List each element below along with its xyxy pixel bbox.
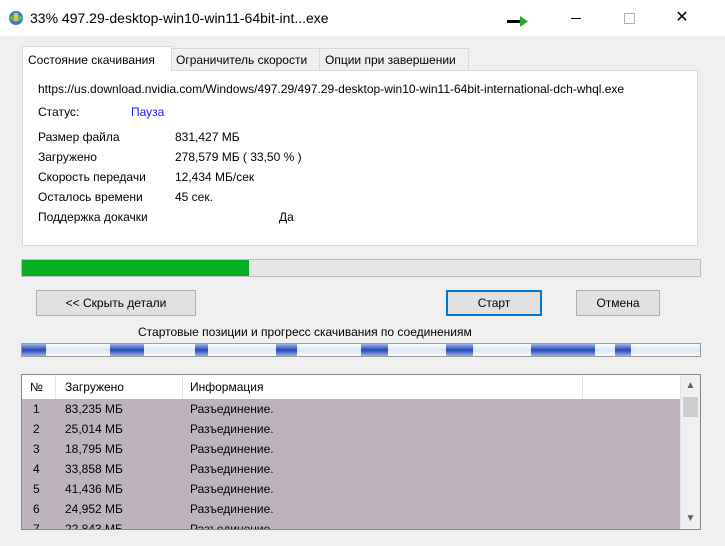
row-downloaded: 41,436 МБ — [65, 482, 123, 496]
row-number: 3 — [33, 442, 40, 456]
connection-segment — [194, 344, 209, 356]
maximize-button[interactable] — [606, 0, 652, 36]
maximize-icon — [623, 12, 635, 24]
start-label: Старт — [477, 296, 511, 310]
speed-label: Скорость передачи — [38, 170, 146, 184]
row-number: 5 — [33, 482, 40, 496]
row-info: Разъединение. — [190, 482, 274, 496]
table-header: № Загружено Информация — [22, 375, 680, 400]
table-row[interactable]: 6 24,952 МБ Разъединение. — [22, 499, 680, 519]
idm-app-icon — [9, 11, 23, 25]
hide-details-button[interactable]: << Скрыть детали — [36, 290, 196, 316]
table-row[interactable]: 3 18,795 МБ Разъединение. — [22, 439, 680, 459]
row-downloaded: 83,235 МБ — [65, 402, 123, 416]
column-downloaded[interactable]: Загружено — [65, 380, 124, 394]
row-number: 2 — [33, 422, 40, 436]
downloaded-value: 278,579 МБ ( 33,50 % ) — [175, 150, 302, 164]
tab-download-status[interactable]: Состояние скачивания — [22, 46, 172, 71]
column-divider — [182, 375, 183, 399]
scroll-thumb[interactable] — [683, 397, 698, 417]
cancel-label: Отмена — [596, 296, 640, 310]
speed-value: 12,434 МБ/сек — [175, 170, 255, 184]
download-status-panel: https://us.download.nvidia.com/Windows/4… — [22, 70, 698, 246]
file-size-label: Размер файла — [38, 130, 120, 144]
connection-segment — [615, 344, 631, 356]
minimize-icon — [571, 17, 581, 19]
table-row[interactable]: 4 33,858 МБ Разъединение. — [22, 459, 680, 479]
connection-segment — [276, 344, 297, 356]
row-info: Разъединение. — [190, 402, 274, 416]
file-size-value: 831,427 МБ — [175, 130, 240, 144]
tab-label: Состояние скачивания — [28, 53, 155, 67]
tab-completion-options[interactable]: Опции при завершении — [319, 48, 469, 70]
row-info: Разъединение. — [190, 522, 274, 530]
tab-label: Ограничитель скорости — [176, 53, 308, 67]
row-number: 1 — [33, 402, 40, 416]
row-info: Разъединение. — [190, 442, 274, 456]
table-row[interactable]: 7 22,843 МБ Разъединение. — [22, 519, 680, 530]
table-row[interactable]: 5 41,436 МБ Разъединение. — [22, 479, 680, 499]
resume-support-value: Да — [279, 210, 294, 224]
table-row[interactable]: 1 83,235 МБ Разъединение. — [22, 399, 680, 419]
resume-support-label: Поддержка докачки — [38, 210, 148, 224]
row-info: Разъединение. — [190, 462, 274, 476]
time-left-value: 45 сек. — [175, 190, 213, 204]
hide-details-label: << Скрыть детали — [65, 296, 167, 310]
vertical-scrollbar[interactable]: ▲ ▼ — [680, 375, 700, 529]
table-body: 1 83,235 МБ Разъединение. 2 25,014 МБ Разъеди… — [22, 399, 680, 530]
connection-segment — [22, 344, 46, 356]
row-downloaded: 24,952 МБ — [65, 502, 123, 516]
row-downloaded: 18,795 МБ — [65, 442, 123, 456]
row-number: 6 — [33, 502, 40, 516]
tab-speed-limiter[interactable]: Ограничитель скорости — [170, 48, 320, 70]
column-divider — [55, 375, 56, 399]
row-number: 4 — [33, 462, 40, 476]
connections-table[interactable]: № Загружено Информация 1 83,235 МБ Разъеди… — [21, 374, 701, 530]
download-url: https://us.download.nvidia.com/Windows/4… — [38, 82, 625, 96]
scroll-down-icon[interactable]: ▼ — [681, 510, 700, 527]
title-bar[interactable]: 33% 497.29-desktop-win10-win11-64bit-int… — [0, 0, 725, 36]
connections-progress-bar — [21, 343, 701, 357]
connections-caption: Стартовые позиции и прогресс скачивания … — [138, 325, 472, 339]
row-number: 7 — [33, 522, 40, 530]
scroll-up-icon[interactable]: ▲ — [681, 377, 700, 394]
connection-segment — [361, 344, 389, 356]
cancel-button[interactable]: Отмена — [576, 290, 660, 316]
column-info[interactable]: Информация — [190, 380, 263, 394]
connection-segment — [110, 344, 145, 356]
download-progress-bar — [21, 259, 701, 277]
row-info: Разъединение. — [190, 502, 274, 516]
table-row[interactable]: 2 25,014 МБ Разъединение. — [22, 419, 680, 439]
close-icon: ✕ — [675, 9, 689, 26]
column-number[interactable]: № — [30, 380, 43, 394]
minimize-button[interactable] — [553, 0, 599, 36]
progress-fill — [22, 260, 250, 276]
green-arrow-icon — [507, 16, 528, 27]
time-left-label: Осталось времени — [38, 190, 143, 204]
status-value: Пауза — [131, 105, 165, 119]
connection-segment — [445, 344, 473, 356]
tab-label: Опции при завершении — [325, 53, 456, 67]
status-label: Статус: — [38, 105, 80, 119]
row-info: Разъединение. — [190, 422, 274, 436]
column-divider — [582, 375, 583, 399]
downloaded-label: Загружено — [38, 150, 97, 164]
start-button[interactable]: Старт — [446, 290, 542, 316]
connection-segment — [530, 344, 595, 356]
row-downloaded: 33,858 МБ — [65, 462, 123, 476]
window-title: 33% 497.29-desktop-win10-win11-64bit-int… — [30, 10, 329, 26]
close-button[interactable]: ✕ — [659, 0, 705, 36]
row-downloaded: 25,014 МБ — [65, 422, 123, 436]
row-downloaded: 22,843 МБ — [65, 522, 123, 530]
